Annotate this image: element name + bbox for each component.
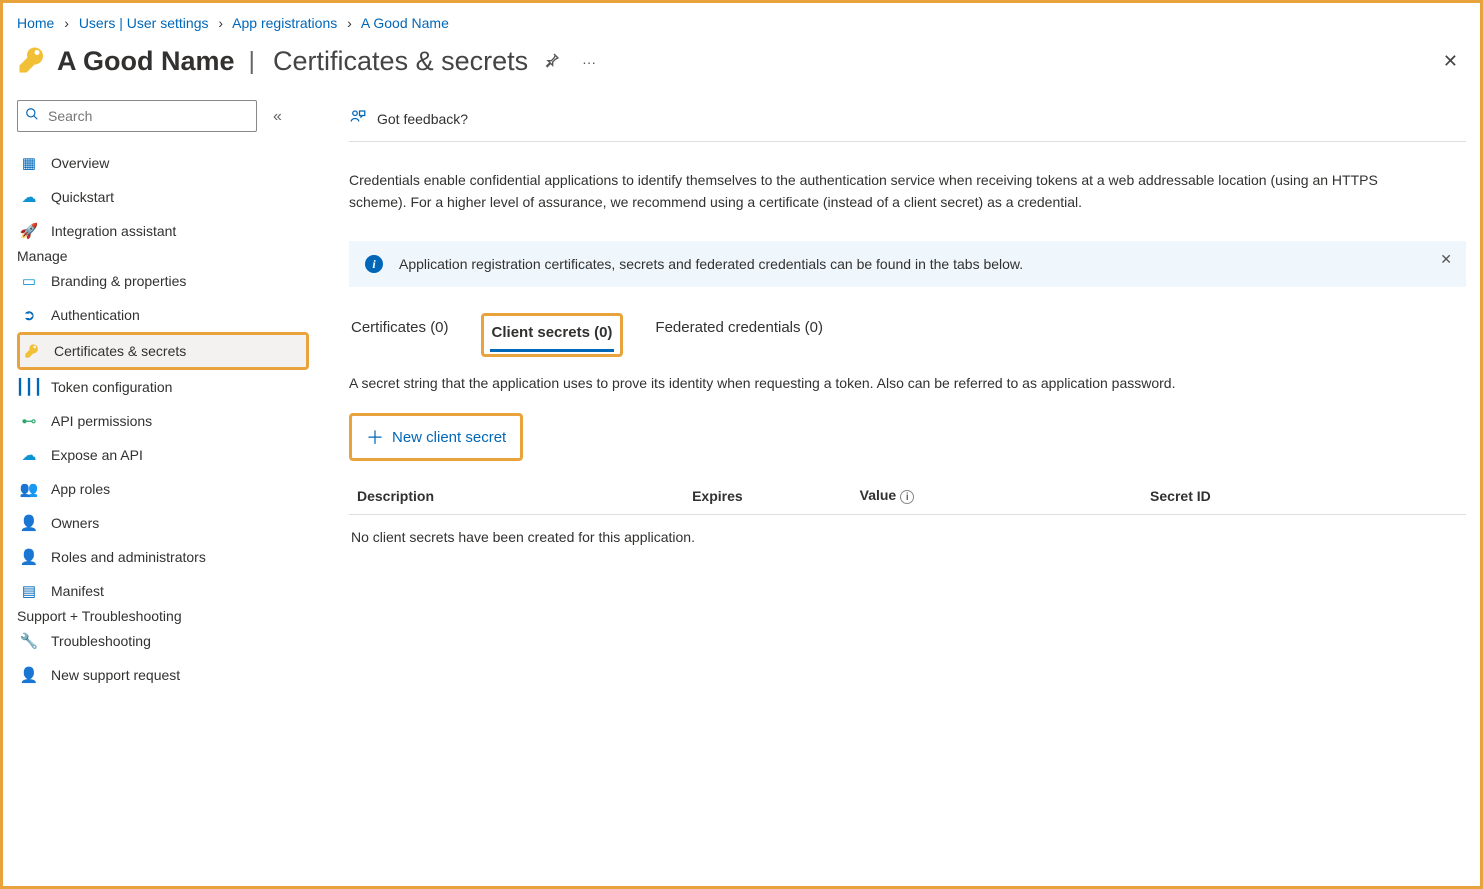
page-header: A Good Name | Certificates & secrets ··· <box>17 41 1466 100</box>
close-icon[interactable]: ✕ <box>1443 51 1458 72</box>
col-secret-id: Secret ID <box>1142 477 1466 515</box>
sidebar-menu-manage: ▭ Branding & properties ➲ Authentication… <box>17 264 309 608</box>
owners-icon: 👤 <box>19 514 39 532</box>
grid-icon: ▦ <box>19 154 39 172</box>
sidebar-item-label: Roles and administrators <box>51 549 206 565</box>
secrets-table: Description Expires Valuei Secret ID <box>349 477 1466 515</box>
sidebar-item-label: API permissions <box>51 413 152 429</box>
sidebar-item-api-permissions[interactable]: ⊷ API permissions <box>17 404 309 438</box>
more-icon[interactable]: ··· <box>576 50 602 74</box>
sidebar-item-label: Troubleshooting <box>51 633 151 649</box>
sidebar-item-expose-api[interactable]: ☁ Expose an API <box>17 438 309 472</box>
cloud-api-icon: ☁ <box>19 446 39 464</box>
col-description: Description <box>349 477 684 515</box>
sidebar-item-roles-admins[interactable]: 👤 Roles and administrators <box>17 540 309 574</box>
card-icon: ▭ <box>19 272 39 290</box>
key-icon <box>17 45 47 78</box>
rocket-icon: 🚀 <box>19 222 39 240</box>
breadcrumb-sep: › <box>218 15 223 31</box>
sidebar-item-integration-assistant[interactable]: 🚀 Integration assistant <box>17 214 309 248</box>
search-input[interactable] <box>17 100 257 132</box>
sidebar-item-label: Expose an API <box>51 447 143 463</box>
toolbar: Got feedback? <box>349 100 1466 142</box>
banner-close-icon[interactable]: ✕ <box>1440 251 1452 268</box>
sidebar-heading-support: Support + Troubleshooting <box>17 608 309 624</box>
breadcrumb-users[interactable]: Users | User settings <box>79 15 209 31</box>
roles-icon: 👥 <box>19 480 39 498</box>
admin-icon: 👤 <box>19 548 39 566</box>
sidebar: « ▦ Overview ☁ Quickstart 🚀 Integration … <box>17 100 309 692</box>
feedback-icon <box>349 108 367 129</box>
sidebar-item-label: Manifest <box>51 583 104 599</box>
collapse-sidebar-icon[interactable]: « <box>267 102 288 132</box>
tab-client-secrets[interactable]: Client secrets (0) <box>490 318 615 352</box>
manifest-icon: ▤ <box>19 582 39 600</box>
breadcrumb-current[interactable]: A Good Name <box>361 15 449 31</box>
info-banner: i Application registration certificates,… <box>349 241 1466 287</box>
sidebar-item-authentication[interactable]: ➲ Authentication <box>17 298 309 332</box>
sidebar-item-quickstart[interactable]: ☁ Quickstart <box>17 180 309 214</box>
title-divider: | <box>249 47 256 76</box>
sidebar-item-label: Branding & properties <box>51 273 186 289</box>
banner-text: Application registration certificates, s… <box>399 256 1023 272</box>
sidebar-item-troubleshooting[interactable]: 🔧 Troubleshooting <box>17 624 309 658</box>
sidebar-item-branding[interactable]: ▭ Branding & properties <box>17 264 309 298</box>
tab-highlight: Client secrets (0) <box>481 313 624 357</box>
sidebar-heading-manage: Manage <box>17 248 309 264</box>
tab-federated[interactable]: Federated credentials (0) <box>653 313 825 357</box>
plus-icon: ＋ <box>366 424 384 450</box>
tabs: Certificates (0) Client secrets (0) Fede… <box>349 313 1466 357</box>
sidebar-item-label: Overview <box>51 155 109 171</box>
cloud-icon: ☁ <box>19 188 39 206</box>
sidebar-item-label: App roles <box>51 481 110 497</box>
sidebar-item-certificates-secrets[interactable]: Certificates & secrets <box>20 335 306 367</box>
support-icon: 👤 <box>19 666 39 684</box>
page-subtitle: Certificates & secrets <box>273 46 528 77</box>
new-client-secret-button[interactable]: ＋ New client secret <box>352 416 520 458</box>
breadcrumb-appreg[interactable]: App registrations <box>232 15 337 31</box>
sidebar-menu-top: ▦ Overview ☁ Quickstart 🚀 Integration as… <box>17 146 309 248</box>
auth-icon: ➲ <box>19 306 39 324</box>
breadcrumb-home[interactable]: Home <box>17 15 54 31</box>
sidebar-item-manifest[interactable]: ▤ Manifest <box>17 574 309 608</box>
breadcrumb-sep: › <box>347 15 352 31</box>
sidebar-menu-support: 🔧 Troubleshooting 👤 New support request <box>17 624 309 692</box>
info-badge-icon[interactable]: i <box>900 490 914 504</box>
key-icon <box>22 343 42 359</box>
breadcrumb: Home › Users | User settings › App regis… <box>17 11 1466 41</box>
sidebar-item-overview[interactable]: ▦ Overview <box>17 146 309 180</box>
tab-certificates[interactable]: Certificates (0) <box>349 313 451 357</box>
breadcrumb-sep: › <box>64 15 69 31</box>
sidebar-item-label: Quickstart <box>51 189 114 205</box>
search-icon <box>25 107 39 124</box>
sidebar-item-token-config[interactable]: ┃┃┃ Token configuration <box>17 370 309 404</box>
sidebar-item-label: Authentication <box>51 307 140 323</box>
page-title: A Good Name <box>57 46 235 77</box>
sidebar-item-label: New support request <box>51 667 180 683</box>
wrench-icon: 🔧 <box>19 632 39 650</box>
col-value: Valuei <box>852 477 1142 515</box>
tab-description: A secret string that the application use… <box>349 375 1466 391</box>
sidebar-item-owners[interactable]: 👤 Owners <box>17 506 309 540</box>
info-icon: i <box>365 255 383 273</box>
intro-text: Credentials enable confidential applicat… <box>349 170 1399 213</box>
sidebar-item-app-roles[interactable]: 👥 App roles <box>17 472 309 506</box>
button-highlight: ＋ New client secret <box>349 413 523 461</box>
button-label: New client secret <box>392 429 506 446</box>
empty-state: No client secrets have been created for … <box>349 515 1466 559</box>
sidebar-item-label: Token configuration <box>51 379 172 395</box>
sidebar-item-label: Integration assistant <box>51 223 176 239</box>
sidebar-item-label: Owners <box>51 515 99 531</box>
sidebar-item-new-support[interactable]: 👤 New support request <box>17 658 309 692</box>
permissions-icon: ⊷ <box>19 412 39 430</box>
bars-icon: ┃┃┃ <box>19 378 39 396</box>
col-expires: Expires <box>684 477 852 515</box>
search-wrap <box>17 100 257 132</box>
feedback-button[interactable]: Got feedback? <box>377 111 468 127</box>
sidebar-item-label: Certificates & secrets <box>54 343 186 359</box>
pin-icon[interactable] <box>538 48 566 75</box>
main-content: Got feedback? Credentials enable confide… <box>309 100 1466 692</box>
